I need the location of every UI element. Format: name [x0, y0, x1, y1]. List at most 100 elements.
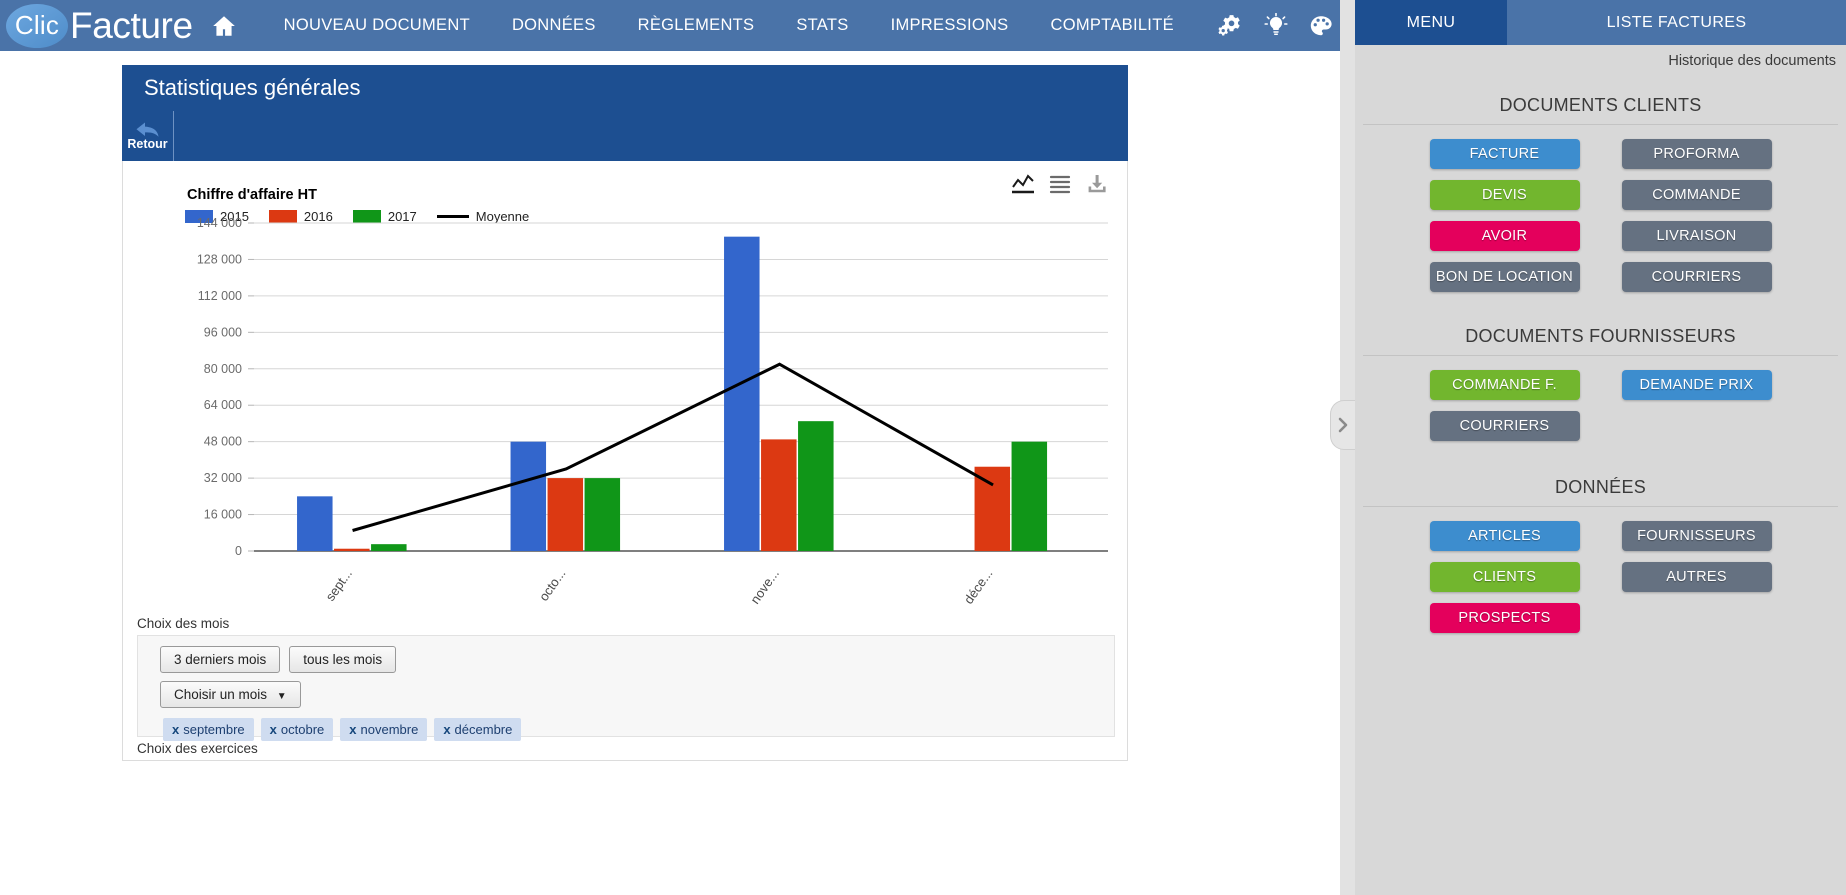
nav-item-stats[interactable]: STATS	[775, 16, 869, 35]
y-axis-tick-label: 32 000	[204, 471, 242, 485]
tag-remove-octobre[interactable]: x	[270, 722, 277, 737]
brand-logo[interactable]: Clic Facture	[6, 3, 193, 48]
nav-item-donnees[interactable]: DONNÉES	[491, 16, 617, 35]
left-whitespace	[0, 51, 122, 895]
right-sidebar: MENU LISTE FACTURES Historique des docum…	[1355, 0, 1846, 895]
chart-card: Chiffre d'affaire HT 2015 2016 2017 Moye…	[122, 161, 1128, 761]
back-button[interactable]: Retour	[122, 111, 174, 161]
center-right-whitespace	[1128, 51, 1340, 895]
sidebar-btn-prospects[interactable]: PROSPECTS	[1429, 603, 1580, 633]
home-icon[interactable]	[211, 13, 237, 39]
gears-settings-icon[interactable]	[1217, 12, 1244, 39]
sidebar-btn-courriers-fournisseurs[interactable]: COURRIERS	[1429, 411, 1580, 441]
tag-remove-novembre[interactable]: x	[349, 722, 356, 737]
nav-item-impressions[interactable]: IMPRESSIONS	[870, 16, 1030, 35]
sidebar-btn-demande-prix[interactable]: DEMANDE PRIX	[1621, 370, 1772, 400]
section-heading-documents-clients: DOCUMENTS CLIENTS	[1363, 81, 1838, 125]
palette-icon[interactable]	[1308, 13, 1334, 39]
sidebar-grid-spacer-2	[1622, 603, 1772, 633]
x-axis-tick-label: octo...	[536, 566, 569, 604]
tag-label-octobre: octobre	[280, 722, 325, 737]
tag-octobre[interactable]: x octobre	[260, 718, 334, 741]
top-navigation-bar: Clic Facture NOUVEAU DOCUMENT DONNÉES RÈ…	[0, 0, 1377, 51]
y-axis-tick-label: 112 000	[198, 289, 242, 303]
section-heading-donnees: DONNÉES	[1363, 463, 1838, 507]
sidebar-tab-liste-factures[interactable]: LISTE FACTURES	[1507, 0, 1846, 45]
tag-novembre[interactable]: x novembre	[340, 718, 428, 741]
chart-bar[interactable]	[297, 496, 333, 551]
chart-bar[interactable]	[584, 478, 621, 551]
section-heading-documents-fournisseurs: DOCUMENTS FOURNISSEURS	[1363, 312, 1838, 356]
drawer-toggle-button[interactable]	[1330, 400, 1356, 450]
lightbulb-icon[interactable]	[1264, 12, 1288, 39]
app-root: Clic Facture NOUVEAU DOCUMENT DONNÉES RÈ…	[0, 0, 1846, 895]
chart-plot-area[interactable]: 0 16 000 32 000 48 000 64 000 80 000 96 000 112…	[123, 161, 1128, 611]
sidebar-btn-devis[interactable]: DEVIS	[1429, 180, 1580, 210]
brand-facture-text: Facture	[70, 4, 193, 46]
tag-remove-septembre[interactable]: x	[172, 722, 179, 737]
documents-fournisseurs-buttons: COMMANDE F. DEMANDE PRIX COURRIERS	[1355, 370, 1846, 441]
sidebar-btn-clients[interactable]: CLIENTS	[1429, 562, 1580, 592]
exercices-section-label: Choix des exercices	[137, 741, 258, 756]
sidebar-btn-commande[interactable]: COMMANDE	[1621, 180, 1772, 210]
sidebar-btn-avoir[interactable]: AVOIR	[1429, 221, 1580, 251]
chart-bar[interactable]	[371, 544, 407, 551]
chart-bar[interactable]	[1011, 441, 1048, 551]
tag-remove-decembre[interactable]: x	[443, 722, 450, 737]
y-axis-tick-label: 64 000	[204, 398, 242, 412]
sidebar-grid-spacer-1	[1622, 411, 1772, 441]
sidebar-btn-livraison[interactable]: LIVRAISON	[1621, 221, 1772, 251]
mois-panel: 3 derniers mois tous les mois Choisir un…	[137, 635, 1115, 741]
documents-clients-buttons: FACTURE PROFORMA DEVIS COMMANDE AVOIR LI…	[1355, 139, 1846, 292]
sidebar-tab-menu[interactable]: MENU	[1355, 0, 1507, 45]
sidebar-btn-commande-f[interactable]: COMMANDE F.	[1429, 370, 1580, 400]
selected-months-tags: x septembre x octobre x novembre x décembre	[163, 718, 1114, 741]
sidebar-btn-articles[interactable]: ARTICLES	[1429, 521, 1580, 551]
tag-label-decembre: décembre	[454, 722, 513, 737]
historique-des-documents-link[interactable]: Historique des documents	[1355, 45, 1846, 69]
chart-bar[interactable]	[547, 478, 584, 551]
sidebar-btn-courriers-clients[interactable]: COURRIERS	[1621, 262, 1772, 292]
chart-bar[interactable]	[510, 441, 547, 551]
tag-septembre[interactable]: x septembre	[163, 718, 254, 741]
tag-label-septembre: septembre	[183, 722, 245, 737]
nav-item-comptabilite[interactable]: COMPTABILITÉ	[1029, 16, 1194, 35]
y-axis-tick-label: 128 000	[197, 252, 242, 266]
chevron-down-icon: ▼	[276, 691, 287, 702]
btn-tous-les-mois[interactable]: tous les mois	[289, 646, 397, 673]
page-toolbar: Retour	[122, 111, 1128, 161]
dropdown-choisir-label: Choisir un mois	[174, 687, 268, 702]
y-axis-tick-label: 0	[235, 544, 242, 558]
x-axis-tick-label: sept...	[322, 566, 355, 604]
chart-bar[interactable]	[798, 421, 834, 551]
sidebar-btn-facture[interactable]: FACTURE	[1429, 139, 1580, 169]
sidebar-btn-proforma[interactable]: PROFORMA	[1621, 139, 1772, 169]
y-axis-tick-label: 96 000	[204, 325, 242, 339]
chart-bar[interactable]	[974, 466, 1011, 551]
nav-item-reglements[interactable]: RÈGLEMENTS	[617, 16, 776, 35]
nav-items: NOUVEAU DOCUMENT DONNÉES RÈGLEMENTS STAT…	[263, 16, 1195, 35]
moyenne-trend-line[interactable]	[352, 362, 994, 532]
x-axis-tick-label: nove...	[747, 566, 782, 607]
chart-bar[interactable]	[761, 439, 797, 551]
nav-item-nouveau-document[interactable]: NOUVEAU DOCUMENT	[263, 16, 491, 35]
sidebar-btn-fournisseurs[interactable]: FOURNISSEURS	[1621, 521, 1772, 551]
donnees-buttons: ARTICLES FOURNISSEURS CLIENTS AUTRES PRO…	[1355, 521, 1846, 633]
brand-clic-badge: Clic	[6, 3, 68, 48]
btn-3-derniers-mois[interactable]: 3 derniers mois	[160, 646, 281, 673]
mois-section-label: Choix des mois	[137, 616, 230, 631]
tag-label-novembre: novembre	[360, 722, 419, 737]
sidebar-tabs: MENU LISTE FACTURES	[1355, 0, 1846, 45]
chart-bar[interactable]	[334, 548, 370, 551]
x-axis-tick-label: déce...	[961, 566, 996, 607]
back-button-label: Retour	[127, 137, 168, 151]
sidebar-btn-bon-de-location[interactable]: BON DE LOCATION	[1429, 262, 1580, 292]
y-axis-tick-label: 48 000	[204, 435, 242, 449]
chart-bar[interactable]	[724, 236, 760, 551]
exercices-panel	[137, 760, 1115, 761]
page-title: Statistiques générales	[122, 65, 1128, 111]
y-axis-tick-label: 80 000	[204, 362, 242, 376]
dropdown-choisir-un-mois[interactable]: Choisir un mois ▼	[160, 681, 301, 708]
tag-decembre[interactable]: x décembre	[434, 718, 522, 741]
sidebar-btn-autres[interactable]: AUTRES	[1621, 562, 1772, 592]
